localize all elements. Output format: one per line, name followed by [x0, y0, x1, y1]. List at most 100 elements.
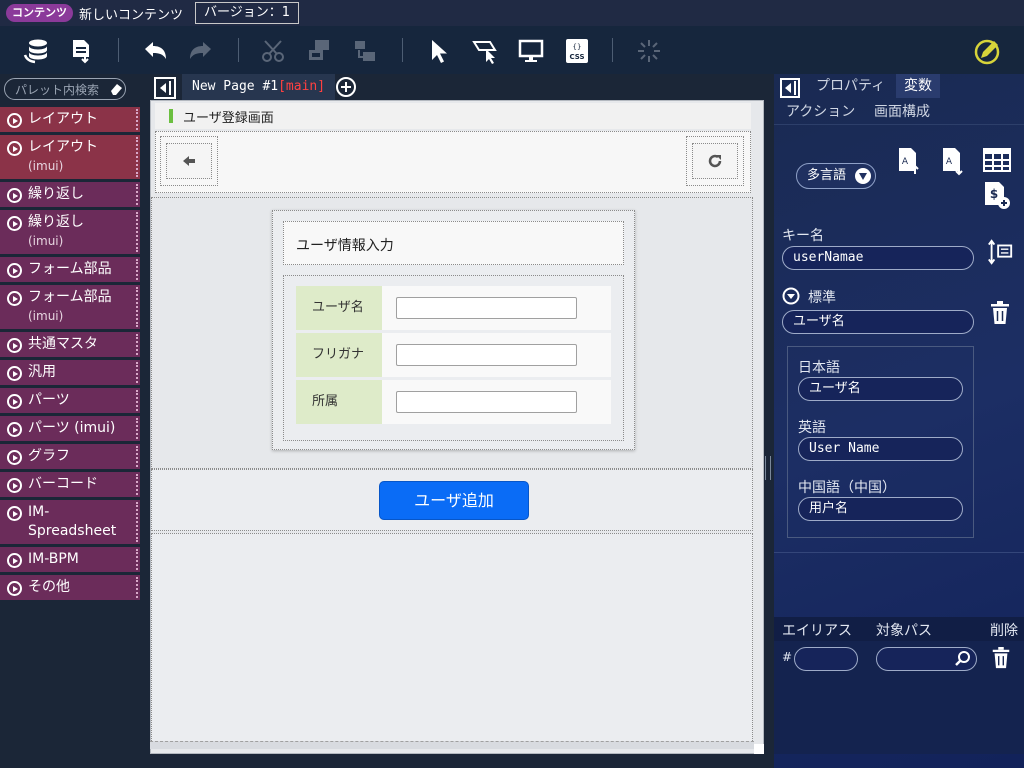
screen-title-marker [169, 109, 173, 123]
palette-search-input[interactable]: パレット内検索 [4, 78, 126, 100]
chinese-value-input[interactable]: 用户名 [798, 497, 963, 521]
export-document-icon[interactable] [66, 36, 96, 66]
furigana-input[interactable] [396, 344, 577, 366]
palette-item[interactable]: パーツ [0, 388, 140, 416]
username-input[interactable] [396, 297, 577, 319]
palette-item[interactable]: フォーム部品 (imui) [0, 285, 140, 332]
drag-handle[interactable] [136, 184, 138, 205]
collapse-standard-icon[interactable] [782, 287, 800, 305]
copy-icon[interactable] [304, 36, 334, 66]
form-table[interactable]: ユーザ名 フリガナ 所属 [283, 275, 624, 441]
standard-label: 標準 [808, 290, 836, 306]
play-circle-icon [7, 141, 22, 156]
add-variable-icon[interactable]: $ [982, 180, 1012, 210]
loading-spinner-icon[interactable] [634, 36, 664, 66]
tab-page-main[interactable]: New Page #1[main] [182, 74, 336, 100]
version-box[interactable]: バージョン：1 [195, 2, 300, 24]
collapse-palette-icon[interactable] [154, 77, 176, 99]
main-container[interactable]: ユーザ情報入力 ユーザ名 フリガナ 所属 [151, 197, 753, 469]
add-user-button[interactable]: ユーザ追加 [379, 481, 529, 520]
css-file-icon[interactable]: {} CSS [562, 36, 592, 66]
drag-handle[interactable] [136, 137, 138, 177]
department-input[interactable] [396, 391, 577, 413]
japanese-value-input[interactable]: ユーザ名 [798, 377, 963, 401]
standard-value-input[interactable]: ユーザ名 [782, 310, 974, 334]
drag-handle[interactable] [136, 212, 138, 252]
alias-trash-icon[interactable] [990, 646, 1012, 670]
preview-monitor-icon[interactable] [516, 36, 546, 66]
palette-item[interactable]: 繰り返し (imui) [0, 210, 140, 257]
cut-icon[interactable] [258, 36, 288, 66]
form-title-box[interactable]: ユーザ情報入力 [283, 221, 624, 265]
empty-container[interactable] [151, 533, 753, 743]
palette-search-placeholder: パレット内検索 [15, 82, 100, 97]
database-icon[interactable] [22, 36, 52, 66]
drag-handle[interactable] [136, 446, 138, 467]
add-page-icon[interactable] [336, 77, 356, 97]
redo-icon[interactable] [186, 36, 216, 66]
palette-item[interactable]: グラフ [0, 444, 140, 472]
search-icon[interactable] [954, 650, 972, 668]
target-path-input[interactable] [876, 647, 977, 671]
palette-item[interactable]: レイアウト (imui) [0, 135, 140, 182]
palette-item[interactable]: 共通マスタ [0, 332, 140, 360]
play-circle-icon [7, 553, 22, 568]
reload-button-container[interactable] [686, 136, 744, 186]
paste-icon[interactable] [350, 36, 380, 66]
palette-item[interactable]: IM-Spreadsheet [0, 500, 140, 547]
palette-item[interactable]: その他 [0, 575, 140, 603]
drag-handle[interactable] [136, 334, 138, 355]
drag-handle[interactable] [136, 577, 138, 598]
english-value-input[interactable]: User Name [798, 437, 963, 461]
tab-properties[interactable]: プロパティ [808, 74, 893, 98]
drag-handle[interactable] [136, 418, 138, 439]
import-translation-icon[interactable]: A [894, 146, 924, 176]
tab-actions[interactable]: アクション [778, 100, 863, 124]
trash-icon[interactable] [988, 300, 1012, 326]
drag-handle[interactable] [136, 259, 138, 280]
palette-item[interactable]: IM-BPM [0, 547, 140, 575]
play-circle-icon [7, 216, 22, 231]
palette-item[interactable]: 繰り返し [0, 182, 140, 210]
sort-edit-icon[interactable] [986, 238, 1014, 266]
drag-handle[interactable] [136, 109, 138, 130]
key-name-input[interactable]: userNamae [782, 246, 974, 270]
palette-item[interactable]: フォーム部品 [0, 257, 140, 285]
form-panel[interactable]: ユーザ情報入力 ユーザ名 フリガナ 所属 [272, 210, 635, 450]
area-select-icon[interactable] [470, 36, 500, 66]
delete-header: 削除 [990, 623, 1018, 639]
reload-button[interactable] [692, 143, 738, 179]
properties-panel: プロパティ 変数 アクション 画面構成 多言語 A A $ キー名 userNa… [774, 74, 1024, 768]
tab-variables[interactable]: 変数 [896, 74, 940, 98]
collapse-panel-icon[interactable] [780, 78, 800, 98]
alias-input[interactable] [794, 647, 858, 671]
drag-handle[interactable] [136, 502, 138, 542]
drag-handle[interactable] [136, 549, 138, 570]
eraser-icon[interactable] [109, 82, 123, 96]
panel-splitter-handle[interactable] [765, 456, 771, 480]
edit-pen-icon[interactable] [972, 36, 1002, 66]
palette-item[interactable]: バーコード [0, 472, 140, 500]
drag-handle[interactable] [136, 362, 138, 383]
play-circle-icon [7, 450, 22, 465]
palette-item[interactable]: パーツ (imui) [0, 416, 140, 444]
palette-item[interactable]: レイアウト [0, 107, 140, 135]
back-button[interactable] [166, 143, 212, 179]
drag-handle[interactable] [136, 474, 138, 495]
back-button-container[interactable] [160, 136, 218, 186]
palette-item-label: レイアウト [28, 139, 98, 155]
table-grid-icon[interactable] [982, 146, 1012, 176]
header-container[interactable] [155, 131, 751, 193]
tabs-underline [774, 124, 1024, 125]
drag-handle[interactable] [136, 390, 138, 411]
canvas-horizontal-scrollbar[interactable] [150, 741, 754, 749]
multilingual-dropdown[interactable]: 多言語 [796, 163, 876, 189]
drag-handle[interactable] [136, 287, 138, 327]
design-canvas[interactable]: ユーザ登録画面 ユーザ情報入力 ユーザ名 フリガナ 所属 ユーザ追加 [150, 100, 764, 754]
select-pointer-icon[interactable] [424, 36, 454, 66]
export-translation-icon[interactable]: A [938, 146, 968, 176]
action-container[interactable]: ユーザ追加 [151, 469, 753, 531]
tab-screen-structure[interactable]: 画面構成 [866, 100, 938, 124]
palette-item[interactable]: 汎用 [0, 360, 140, 388]
undo-icon[interactable] [140, 36, 170, 66]
